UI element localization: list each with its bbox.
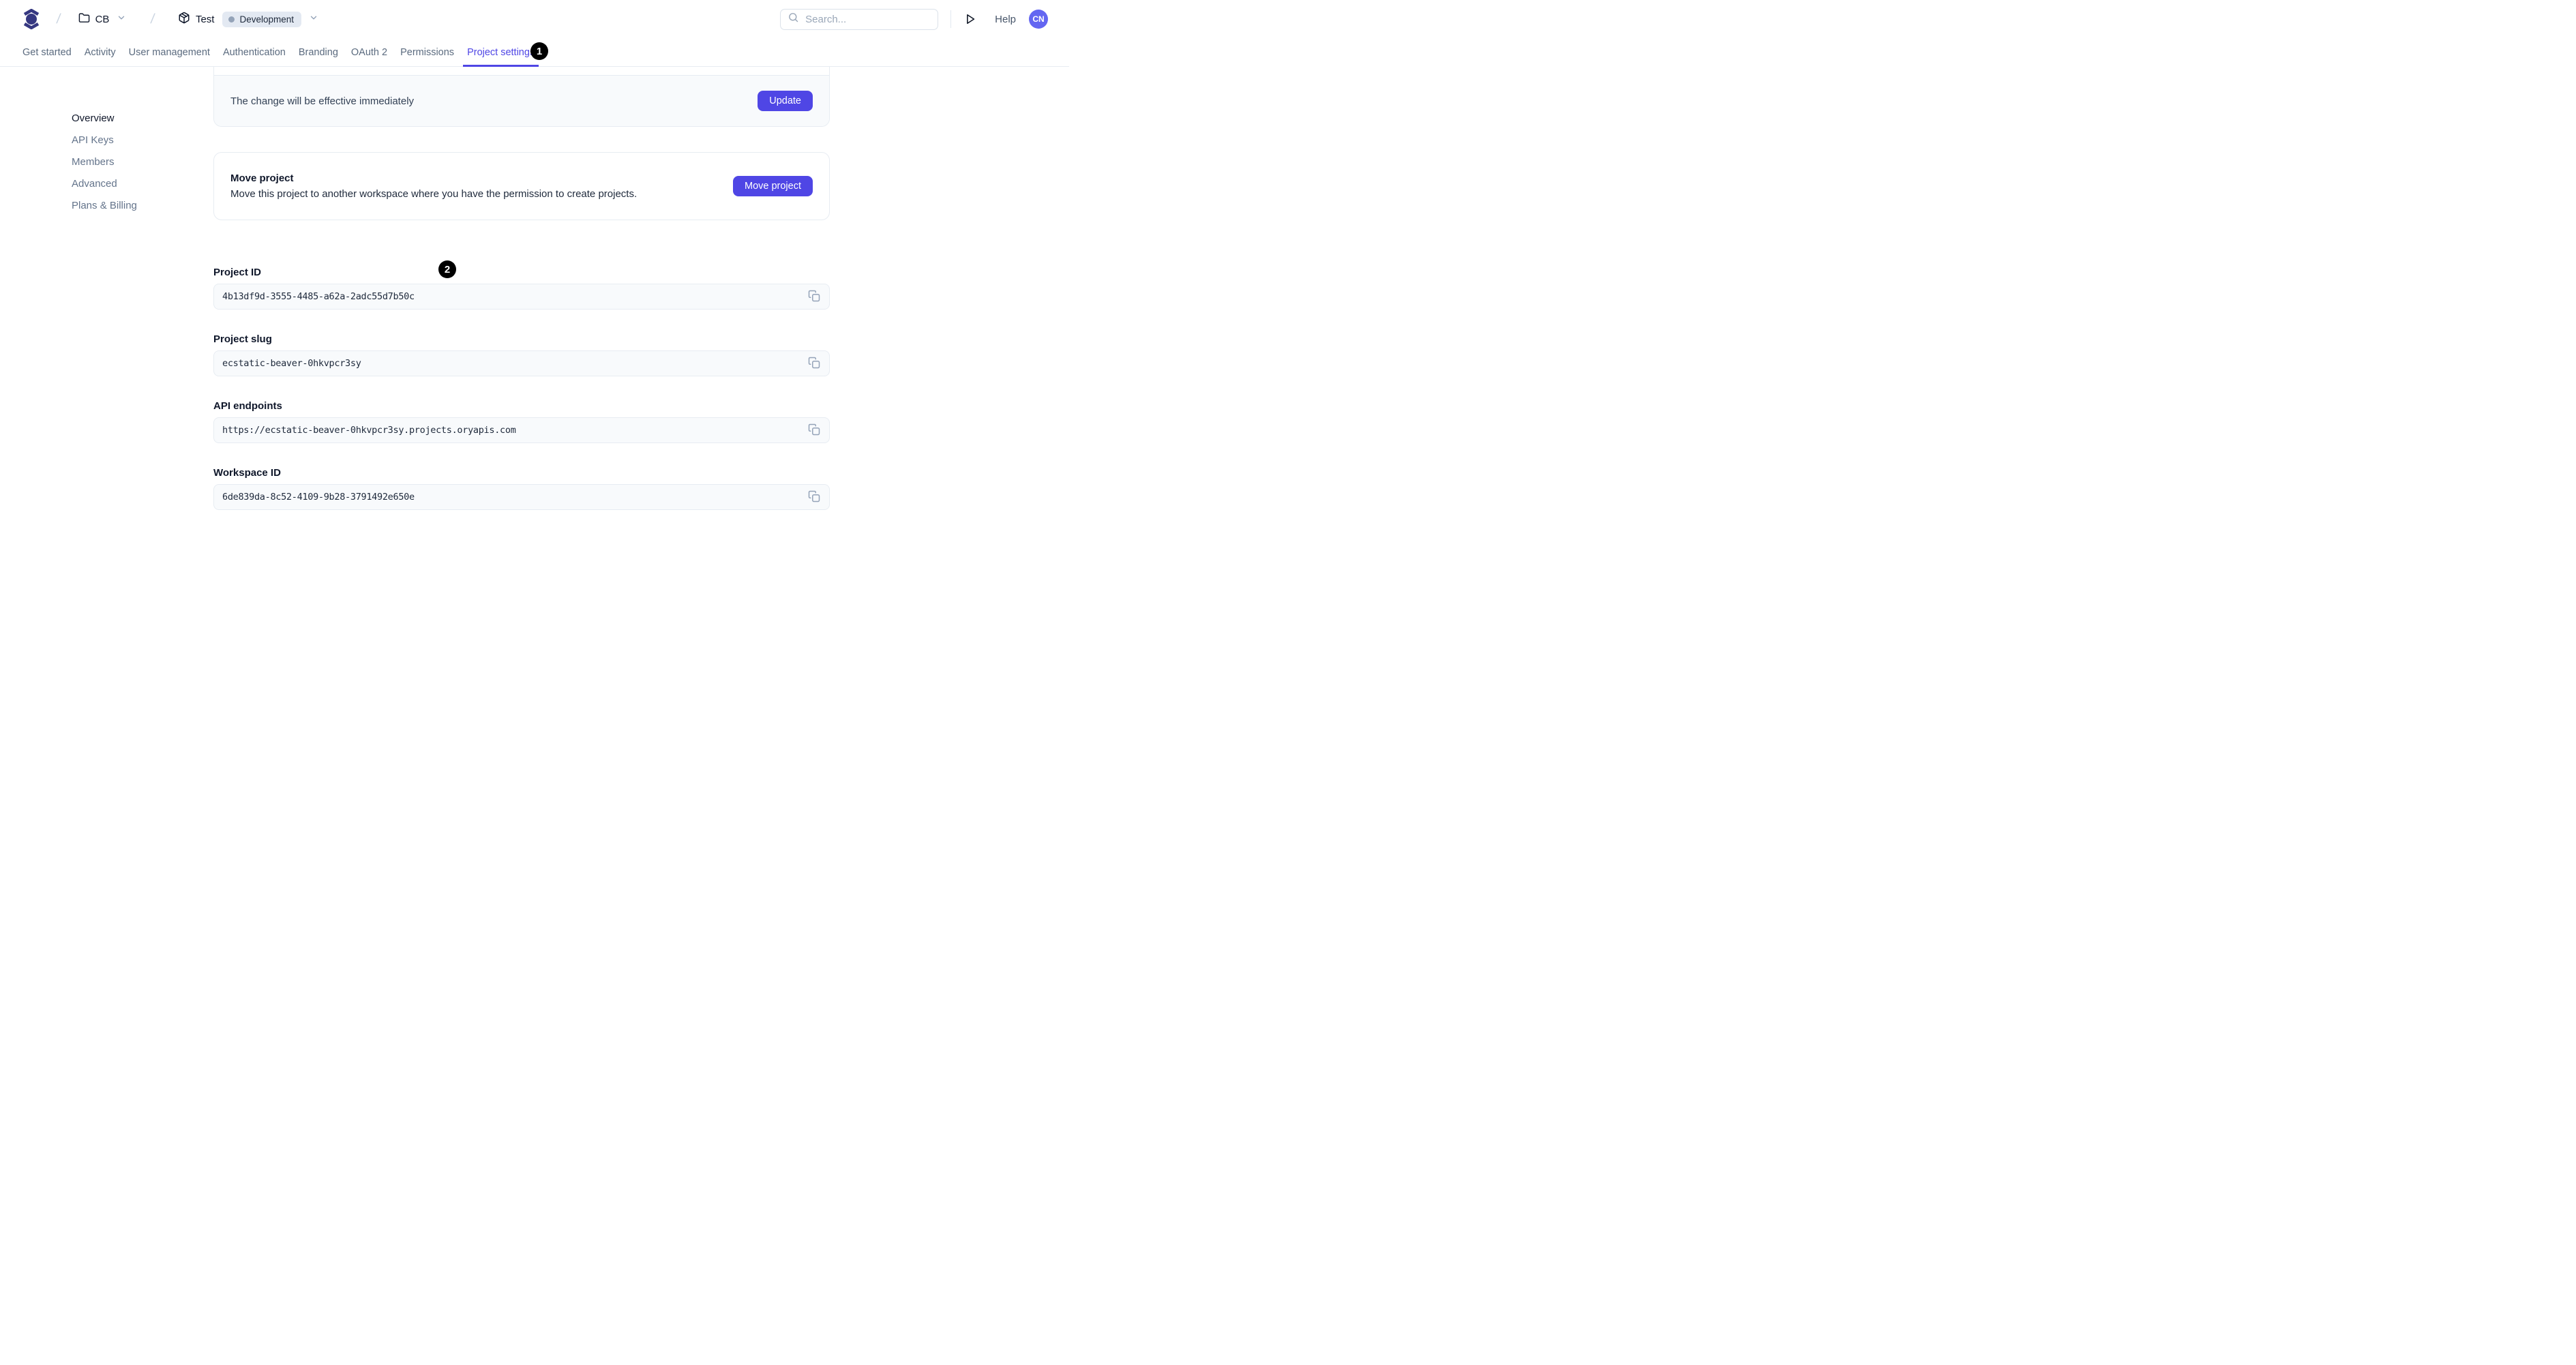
field-label: Workspace ID <box>213 467 281 479</box>
copy-icon <box>808 357 820 371</box>
avatar[interactable]: CN <box>1029 10 1048 29</box>
header-divider <box>950 10 952 28</box>
sidebar-item-plans-billing[interactable]: Plans & Billing <box>72 200 213 211</box>
sidebar-item-api-keys[interactable]: API Keys <box>72 135 213 145</box>
folder-icon <box>78 12 90 27</box>
move-project-description: Move this project to another workspace w… <box>230 188 638 200</box>
search-icon <box>788 12 799 27</box>
project-switcher[interactable]: Test Development <box>178 11 318 27</box>
sidebar-item-label: Advanced <box>72 178 117 190</box>
search-input[interactable] <box>805 13 942 25</box>
field-value: ecstatic-beaver-0hkvpcr3sy <box>222 358 361 369</box>
copy-icon <box>808 490 820 505</box>
tab-label: Activity <box>84 46 116 58</box>
breadcrumb-separator: / <box>149 11 156 27</box>
copy-icon <box>808 290 820 304</box>
tab-user-management[interactable]: User management <box>125 38 214 66</box>
play-icon[interactable] <box>963 12 977 26</box>
settings-sidebar: Overview API Keys Members Advanced Plans… <box>0 67 213 211</box>
sidebar-item-label: Members <box>72 156 115 168</box>
tab-label: OAuth 2 <box>350 46 388 58</box>
sidebar-item-overview[interactable]: Overview <box>72 113 213 123</box>
tab-label: Project settings <box>467 46 535 58</box>
field-value: 6de839da-8c52-4109-9b28-3791492e650e <box>222 492 415 502</box>
tab-branding[interactable]: Branding <box>295 38 342 66</box>
field-box: 6de839da-8c52-4109-9b28-3791492e650e <box>213 484 830 510</box>
copy-button[interactable] <box>808 290 820 304</box>
tab-authentication[interactable]: Authentication <box>219 38 290 66</box>
move-project-texts: Move project Move this project to anothe… <box>230 172 637 200</box>
settings-main: The change will be effective immediately… <box>213 67 830 510</box>
page-content: Overview API Keys Members Advanced Plans… <box>0 67 1069 510</box>
environment-label: Development <box>239 14 295 25</box>
annotation-badge-2: 2 <box>438 260 456 278</box>
chevron-down-icon <box>117 13 126 25</box>
field-value: https://ecstatic-beaver-0hkvpcr3sy.proje… <box>222 425 516 436</box>
ory-logo[interactable] <box>23 9 40 29</box>
field-workspace-id: Workspace ID 6de839da-8c52-4109-9b28-379… <box>213 467 830 510</box>
search-box[interactable] <box>780 8 942 30</box>
copy-button[interactable] <box>808 490 820 505</box>
update-card: The change will be effective immediately… <box>213 67 830 127</box>
field-box: ecstatic-beaver-0hkvpcr3sy <box>213 350 830 376</box>
workspace-name: CB <box>95 13 110 25</box>
copy-button[interactable] <box>808 423 820 438</box>
tab-get-started[interactable]: Get started <box>18 38 76 66</box>
project-name: Test <box>195 13 215 25</box>
field-box: https://ecstatic-beaver-0hkvpcr3sy.proje… <box>213 417 830 443</box>
update-card-footer: The change will be effective immediately… <box>214 75 829 126</box>
copy-button[interactable] <box>808 357 820 371</box>
tab-oauth-2[interactable]: OAuth 2 <box>347 38 391 66</box>
field-api-endpoints: API endpoints https://ecstatic-beaver-0h… <box>213 400 830 443</box>
environment-dot-icon <box>228 16 235 22</box>
field-label: Project slug <box>213 333 272 345</box>
top-bar: / CB / Test Development Search... Help C… <box>0 0 1069 38</box>
workspace-switcher[interactable]: CB <box>78 12 127 27</box>
field-box: 4b13df9d-3555-4485-a62a-2adc55d7b50c <box>213 284 830 310</box>
annotation-badge-1: 1 <box>530 42 548 60</box>
update-card-body <box>214 67 829 75</box>
sidebar-item-label: API Keys <box>72 134 114 146</box>
project-identifiers: Project ID 4b13df9d-3555-4485-a62a-2adc5… <box>213 267 830 510</box>
help-link[interactable]: Help <box>995 14 1016 25</box>
move-project-card: Move project Move this project to anothe… <box>213 152 830 220</box>
sidebar-item-label: Plans & Billing <box>72 200 137 211</box>
breadcrumb-separator: / <box>55 11 62 27</box>
field-project-slug: Project slug ecstatic-beaver-0hkvpcr3sy <box>213 333 830 376</box>
tab-permissions[interactable]: Permissions <box>396 38 458 66</box>
field-value: 4b13df9d-3555-4485-a62a-2adc55d7b50c <box>222 291 415 302</box>
tab-label: Permissions <box>400 46 455 58</box>
copy-icon <box>808 423 820 438</box>
breadcrumb: / CB / Test Development <box>23 9 318 29</box>
package-icon <box>178 12 190 27</box>
tab-label: Branding <box>298 46 338 58</box>
sidebar-item-members[interactable]: Members <box>72 157 213 167</box>
field-label: Project ID <box>213 267 262 278</box>
tab-label: Get started <box>23 46 72 58</box>
field-label: API endpoints <box>213 400 282 412</box>
top-bar-actions: Help CN <box>780 8 1048 30</box>
tab-activity[interactable]: Activity <box>80 38 120 66</box>
sidebar-item-label: Overview <box>72 112 115 124</box>
sidebar-item-advanced[interactable]: Advanced <box>72 179 213 189</box>
chevron-down-icon <box>309 13 318 25</box>
update-card-message: The change will be effective immediately <box>230 95 415 107</box>
move-project-title: Move project <box>230 172 294 184</box>
tab-project-settings[interactable]: Project settings <box>463 38 539 67</box>
move-project-button[interactable]: Move project <box>732 176 813 196</box>
environment-badge: Development <box>222 11 302 27</box>
tab-label: Authentication <box>222 46 286 58</box>
update-button[interactable]: Update <box>758 91 813 111</box>
field-project-id: Project ID 4b13df9d-3555-4485-a62a-2adc5… <box>213 267 830 310</box>
tab-label: User management <box>128 46 210 58</box>
